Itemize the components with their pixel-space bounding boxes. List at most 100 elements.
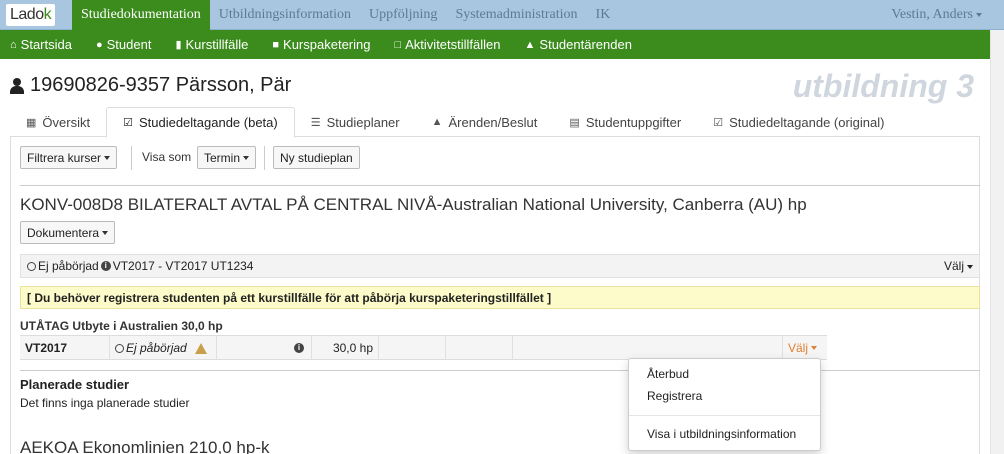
subnav-label: Startsida — [20, 37, 72, 52]
tab-label: Ärenden/Beslut — [448, 114, 538, 130]
chevron-down-icon — [102, 230, 109, 235]
new-study-plan-button[interactable]: Ny studieplan — [273, 146, 360, 169]
tab-arenden-beslut[interactable]: ▲ Ärenden/Beslut — [416, 107, 554, 137]
tab-studieplaner[interactable]: ☰ Studieplaner — [295, 107, 416, 137]
tab-label: Studiedeltagande (beta) — [138, 115, 278, 130]
student-tabs: ▦ Översikt ☑ Studiedeltagande (beta) ☰ Stud… — [10, 107, 980, 138]
map-icon: ▦ — [26, 116, 37, 129]
nav-systemadministration[interactable]: Systemadministration — [446, 0, 586, 30]
program-heading: KONV-008D8 BILATERALT AVTAL PÅ CENTRAL N… — [20, 195, 807, 214]
program-period-text: VT2017 - VT2017 UT1234 — [112, 259, 254, 273]
circle-icon — [115, 343, 124, 353]
planned-studies-heading: Planerade studier — [20, 377, 130, 392]
top-navbar: Lado k Studiedokumentation Utbildningsinf… — [0, 0, 1004, 30]
program-status-bar: Ej påbörjad i VT2017 - VT2017 UT1234 Väl… — [20, 254, 980, 278]
chevron-down-icon — [976, 13, 982, 17]
status-cell: Ej påbörjad — [110, 336, 217, 360]
folder-icon: ■ — [272, 38, 280, 51]
divider — [20, 370, 980, 371]
visa-som-label: Visa som — [142, 150, 192, 164]
termin-dropdown[interactable]: Termin — [197, 146, 257, 169]
nav-utbildningsinformation[interactable]: Utbildningsinformation — [210, 0, 360, 30]
registration-warning: [ Du behöver registrera studenten på ett… — [20, 286, 980, 309]
valj-label: Välj — [788, 341, 809, 355]
chevron-down-icon — [967, 264, 973, 269]
subnav-kurspaketering[interactable]: ■ Kurspaketering — [272, 37, 370, 52]
valj-dropdown-menu: Återbud Registrera Visa i utbildningsinf… — [628, 358, 821, 451]
nav-studiedokumentation[interactable]: Studiedokumentation — [72, 0, 210, 30]
subnav-label: Kurspaketering — [283, 37, 371, 52]
sub-navbar: ⌂ Startsida ● Student ▮ Kurstillfälle ■ Kurs… — [0, 30, 990, 59]
info-icon[interactable]: i — [294, 343, 304, 353]
tab-studiedeltagande-beta[interactable]: ☑ Studiedeltagande (beta) — [106, 107, 295, 138]
user-menu[interactable]: Vestin, Anders — [891, 0, 982, 30]
info-icon[interactable]: i — [100, 261, 111, 271]
toolbar-divider — [264, 146, 265, 170]
subnav-label: Studentärenden — [539, 37, 632, 52]
chevron-down-icon — [811, 346, 818, 350]
chevron-down-icon — [243, 155, 250, 160]
subnav-kurstillfalle[interactable]: ▮ Kurstillfälle — [175, 37, 248, 52]
menu-divider — [629, 415, 820, 416]
inbox-icon: ▲ — [524, 38, 536, 51]
term-cell: VT2017 — [20, 336, 110, 360]
dokumentera-dropdown[interactable]: Dokumentera — [20, 221, 116, 244]
nav-uppfoljning[interactable]: Uppföljning — [360, 0, 446, 30]
ladok-logo[interactable]: Lado k — [6, 4, 56, 26]
tab-studentuppgifter[interactable]: ▤ Studentuppgifter — [553, 107, 697, 137]
utatag-heading: UTÅTAG Utbyte i Australien 30,0 hp — [20, 319, 223, 333]
book-icon: ▮ — [175, 39, 182, 51]
credits-cell: 30,0 hp — [312, 336, 379, 360]
next-program-heading: AEKOA Ekonomlinien 210,0 hp-k — [20, 438, 270, 454]
subnav-label: Aktivitetstillfällen — [405, 37, 501, 52]
environment-label: utbildning 3 — [792, 68, 974, 104]
home-icon: ⌂ — [10, 38, 17, 51]
subnav-label: Kurstillfälle — [185, 37, 249, 52]
info-cell: i — [217, 336, 312, 360]
divider — [20, 185, 980, 186]
menu-item-aterbud[interactable]: Återbud — [647, 367, 689, 381]
checkbox-icon: ☑ — [713, 116, 724, 129]
student-title: 19690826-9357 Pärsson, Pär — [10, 74, 291, 97]
logo-text-part1: Lado — [10, 6, 44, 23]
circle-icon — [27, 261, 36, 271]
nav-ik[interactable]: IK — [587, 0, 620, 30]
inbox-icon: ▲ — [431, 116, 443, 128]
subnav-studentarenden[interactable]: ▲ Studentärenden — [525, 37, 632, 52]
list-icon: ☰ — [310, 116, 321, 129]
planned-studies-text: Det finns inga planerade studier — [20, 396, 190, 410]
empty-cell — [379, 336, 446, 360]
subnav-label: Student — [106, 37, 152, 52]
row-valj-dropdown[interactable]: Välj — [783, 336, 827, 360]
calendar-icon: □ — [394, 38, 402, 51]
logo-text-part2: k — [43, 6, 52, 23]
filter-courses-label: Filtrera kurser — [27, 150, 102, 165]
menu-item-registrera[interactable]: Registrera — [647, 389, 702, 403]
chevron-down-icon — [104, 155, 111, 160]
program-status-text: Ej påbörjad — [38, 259, 99, 273]
empty-cell — [446, 336, 513, 360]
tab-label: Översikt — [42, 114, 91, 130]
tab-label: Studieplaner — [326, 114, 400, 130]
tab-oversikt[interactable]: ▦ Översikt — [10, 107, 106, 137]
page-scrollbar[interactable] — [990, 30, 1004, 454]
toolbar-divider — [131, 146, 132, 170]
warning-icon[interactable] — [194, 342, 207, 354]
tab-label: Studiedeltagande (original) — [729, 114, 885, 130]
subnav-aktivitetstillfallen[interactable]: □ Aktivitetstillfällen — [394, 37, 500, 52]
document-icon: ▤ — [569, 116, 580, 129]
user-icon — [10, 77, 24, 94]
program-valj-dropdown[interactable]: Välj — [944, 259, 973, 273]
user-name: Vestin, Anders — [891, 7, 973, 22]
tab-studiedeltagande-original[interactable]: ☑ Studiedeltagande (original) — [697, 107, 900, 137]
status-text: Ej påbörjad — [126, 341, 187, 355]
menu-item-visa-utbildningsinformation[interactable]: Visa i utbildningsinformation — [647, 427, 796, 441]
termin-label: Termin — [204, 150, 241, 165]
student-title-text: 19690826-9357 Pärsson, Pär — [30, 74, 292, 96]
filter-courses-dropdown[interactable]: Filtrera kurser — [20, 146, 118, 169]
main-nav: Studiedokumentation Utbildningsinformati… — [72, 0, 619, 30]
dokumentera-label: Dokumentera — [27, 225, 100, 240]
subnav-student[interactable]: ● Student — [96, 37, 151, 52]
empty-cell — [513, 336, 783, 360]
subnav-startsida[interactable]: ⌂ Startsida — [10, 37, 72, 52]
